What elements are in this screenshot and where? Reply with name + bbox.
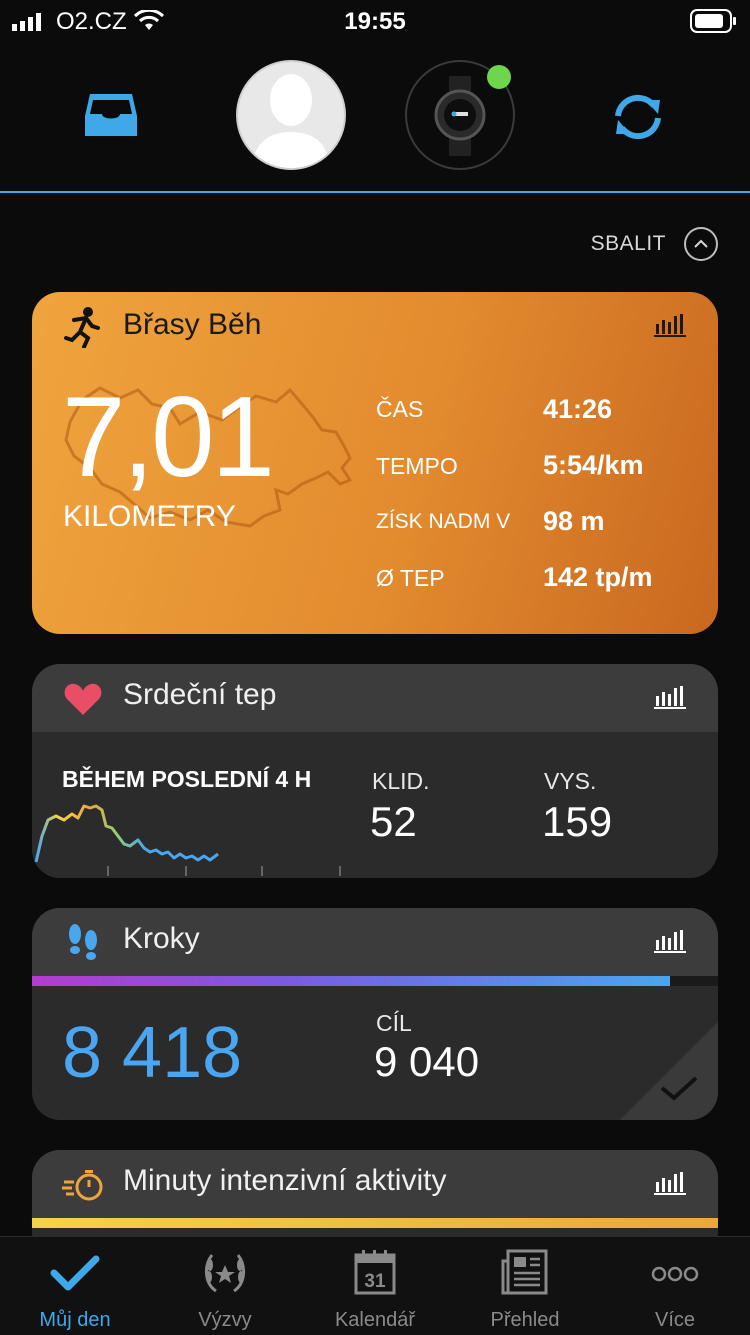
high-hr-label: VYS.: [544, 768, 597, 794]
more-icon: [651, 1266, 699, 1282]
tab-more[interactable]: Více: [600, 1237, 750, 1335]
stat-elevation-value: 98 m: [543, 506, 605, 536]
activity-title: Břasy Běh: [123, 308, 262, 341]
steps-title: Kroky: [123, 922, 200, 955]
distance-value: 7,01: [62, 374, 275, 501]
bar-chart-icon[interactable]: [654, 928, 686, 954]
laurel-icon: [205, 1254, 245, 1293]
heart-title: Srdeční tep: [123, 678, 277, 711]
resting-hr-label: KLID.: [372, 768, 430, 794]
clock: 19:55: [344, 8, 406, 35]
activity-card-run[interactable]: Břasy Běh 7,01 KILOMETRY ČAS 41:26 TEMPO…: [32, 292, 718, 634]
check-icon: [50, 1255, 100, 1291]
tab-my-day[interactable]: Můj den: [0, 1237, 150, 1335]
news-icon: [501, 1249, 548, 1295]
steps-value: 8 418: [62, 1013, 243, 1093]
steps-card[interactable]: Kroky 8 418 CÍL 9 040: [32, 908, 718, 1120]
calendar-icon: 31: [354, 1250, 396, 1295]
goal-corner-badge: [620, 1022, 718, 1120]
high-hr-value: 159: [542, 798, 613, 845]
sync-icon[interactable]: [610, 92, 666, 142]
inbox-icon[interactable]: [84, 92, 138, 138]
online-status-dot: [487, 65, 511, 89]
bar-chart-icon[interactable]: [654, 684, 686, 710]
steps-progress-fill: [32, 976, 670, 986]
bar-chart-icon[interactable]: [654, 1170, 686, 1196]
resting-hr-value: 52: [370, 798, 417, 845]
stat-pace-value: 5:54/km: [543, 450, 644, 480]
battery-icon: [690, 9, 736, 33]
avatar-placeholder-icon: [252, 74, 330, 168]
heart-rate-sparkline: [34, 804, 341, 876]
collapse-button[interactable]: SBALIT: [591, 224, 718, 264]
collapse-label: SBALIT: [590, 232, 666, 255]
tab-label: Přehled: [490, 1309, 560, 1331]
footprints-icon: [69, 924, 97, 960]
chevron-up-icon: [684, 227, 718, 261]
stopwatch-icon: [62, 1170, 103, 1201]
tab-label: Kalendář: [334, 1309, 416, 1331]
stat-elevation-label: ZÍSK NADM V: [376, 510, 511, 533]
bar-chart-icon[interactable]: [654, 312, 686, 338]
running-icon: [64, 307, 100, 348]
distance-unit: KILOMETRY: [63, 500, 236, 533]
steps-goal-label: CÍL: [376, 1010, 412, 1036]
heart-period-label: BĚHEM POSLEDNÍ 4 H: [62, 766, 312, 792]
stat-time-label: ČAS: [376, 396, 424, 422]
tab-label: Více: [654, 1309, 696, 1331]
tab-challenges[interactable]: Výzvy: [150, 1237, 300, 1335]
stat-time-value: 41:26: [543, 394, 613, 424]
tab-overview[interactable]: Přehled: [450, 1237, 600, 1335]
steps-goal-value: 9 040: [374, 1038, 480, 1085]
tab-label: Výzvy: [198, 1309, 252, 1331]
svg-text:31: 31: [364, 1271, 386, 1292]
intensity-title: Minuty intenzivní aktivity: [123, 1164, 447, 1197]
tab-label: Můj den: [39, 1309, 111, 1331]
avatar[interactable]: [236, 60, 346, 170]
stat-pace-label: TEMPO: [376, 453, 458, 479]
bottom-tab-bar: Můj den Výzvy 31 Kalendář Přehled Více: [0, 1236, 750, 1335]
heart-icon: [64, 683, 102, 715]
tab-calendar[interactable]: 31 Kalendář: [300, 1237, 450, 1335]
status-bar: O2.CZ 19:55: [0, 0, 750, 44]
stat-hr-value: 142 tp/m: [543, 562, 653, 592]
app-header: [0, 44, 750, 193]
heart-rate-card[interactable]: Srdeční tep BĚHEM POSLEDNÍ 4 H KLID. 52 …: [32, 664, 718, 878]
intensity-progress-bar: [32, 1218, 718, 1228]
stat-hr-label: Ø TEP: [376, 565, 445, 591]
